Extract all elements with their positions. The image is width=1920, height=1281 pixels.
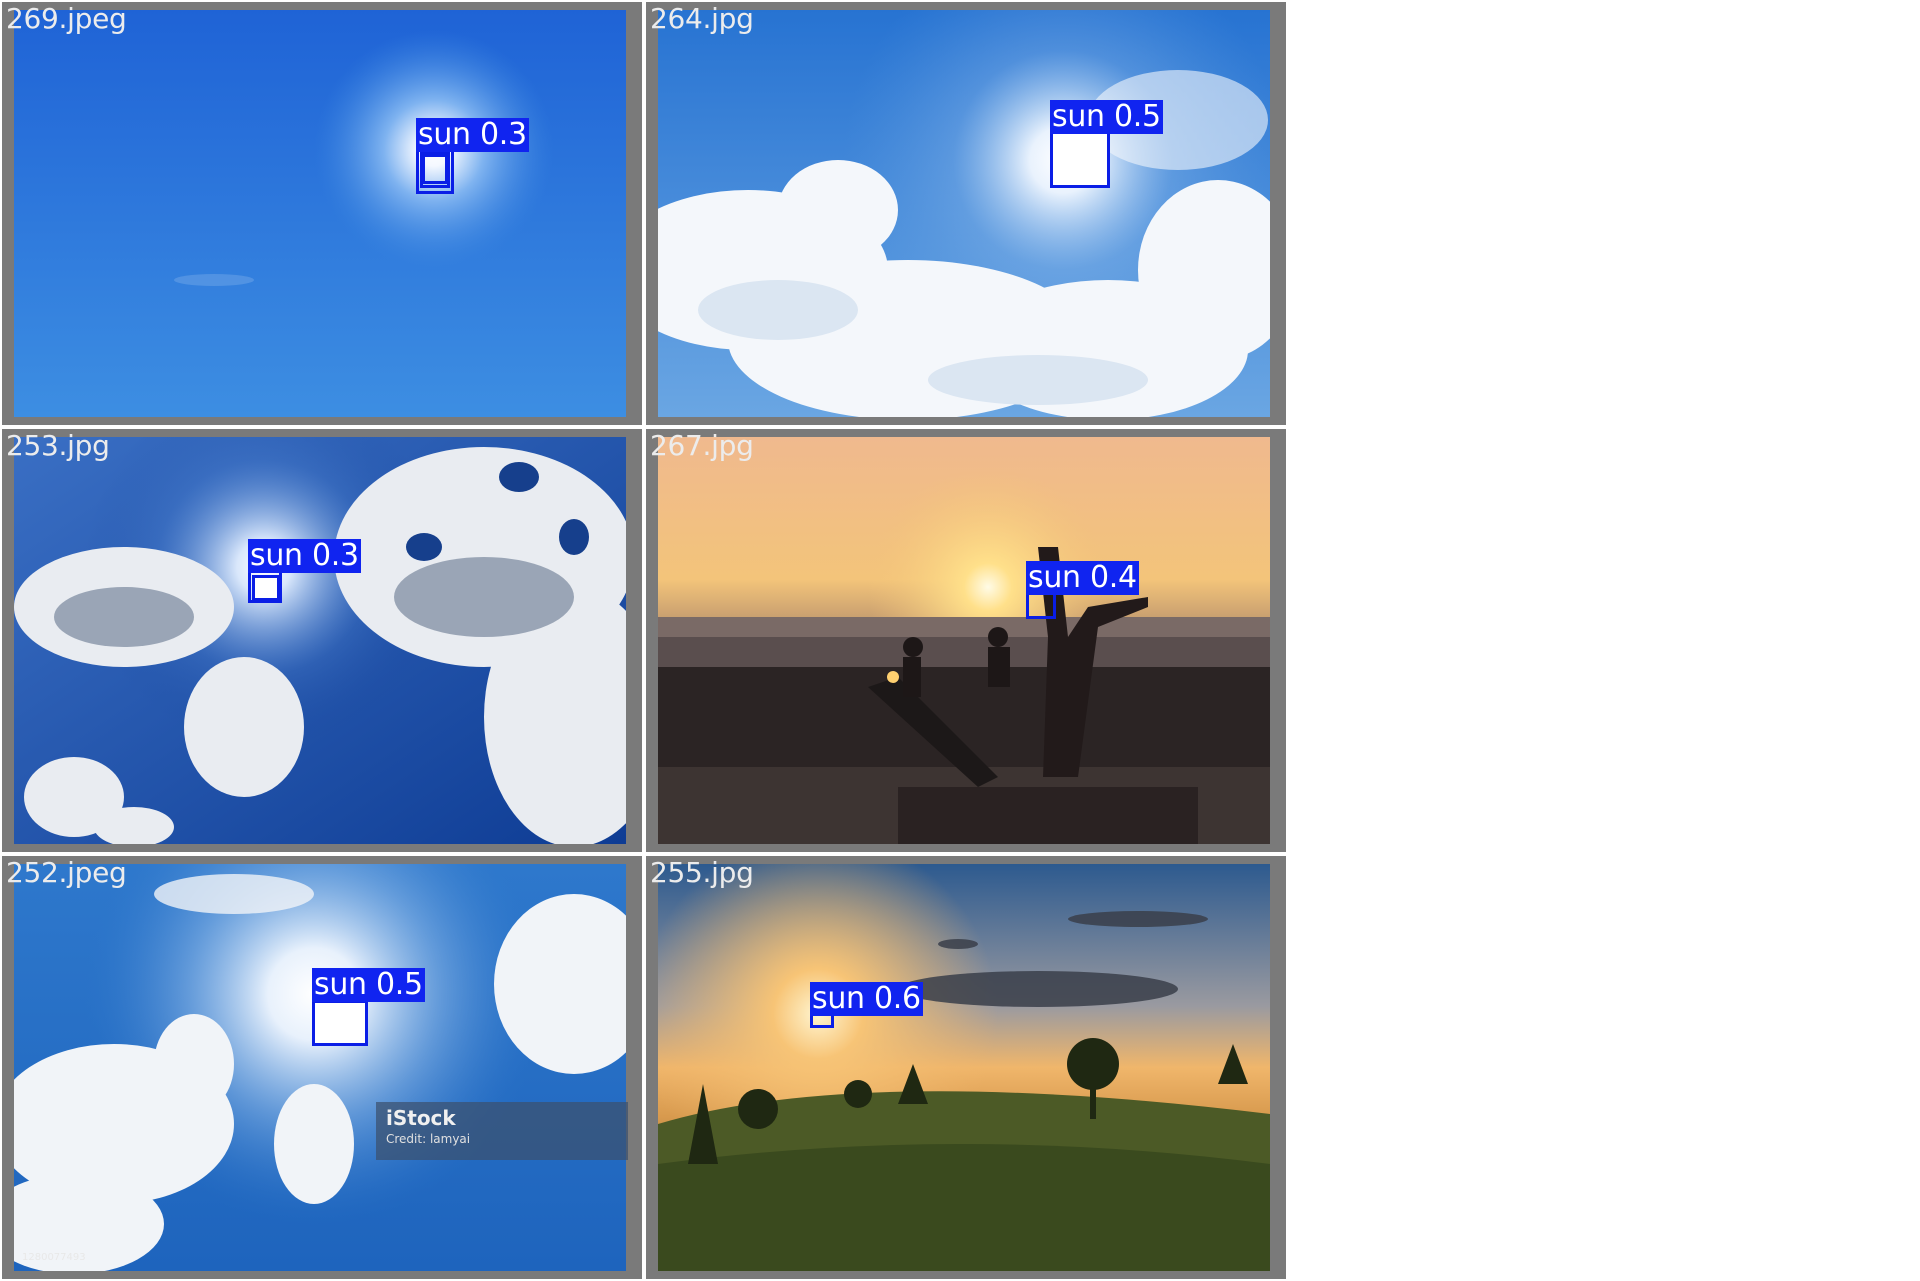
detection-label: sun 0.5 xyxy=(312,967,425,1002)
result-tile-269[interactable]: 269.jpeg sun 0.3 xyxy=(0,0,644,427)
image-filename: 269.jpeg xyxy=(6,2,127,35)
watermark-credit: Credit: lamyai xyxy=(386,1132,471,1146)
bounding-box xyxy=(1050,130,1110,188)
bounding-box xyxy=(312,1000,368,1046)
watermark-id: 1280077493 xyxy=(22,1252,86,1263)
detection-label: sun 0.5 xyxy=(1050,99,1163,134)
result-image xyxy=(14,10,626,417)
result-image xyxy=(658,864,1270,1271)
detection-label: sun 0.3 xyxy=(416,117,529,152)
result-tile-253[interactable]: 253.jpg sun 0.3 xyxy=(0,427,644,854)
image-filename: 252.jpeg xyxy=(6,856,127,889)
detection-results-grid: 269.jpeg sun 0.3 264.jpg sun 0.5 253.jpg… xyxy=(0,0,1288,1281)
watermark-brand: iStock xyxy=(386,1106,456,1130)
detection-label: sun 0.3 xyxy=(248,538,361,573)
image-filename: 267.jpg xyxy=(650,429,754,462)
image-filename: 255.jpg xyxy=(650,856,754,889)
result-image xyxy=(14,864,626,1271)
watermark-badge: iStock Credit: lamyai xyxy=(376,1102,628,1160)
result-image xyxy=(658,437,1270,844)
image-filename: 253.jpg xyxy=(6,429,110,462)
result-tile-252[interactable]: 252.jpeg sun 0.5 iStock Credit: lamyai 1… xyxy=(0,854,644,1281)
result-image xyxy=(658,10,1270,417)
bounding-box xyxy=(422,154,448,184)
result-tile-255[interactable]: 255.jpg sun 0.6 xyxy=(644,854,1288,1281)
bounding-box xyxy=(252,575,280,601)
detection-label: sun 0.4 xyxy=(1026,560,1139,595)
result-tile-264[interactable]: 264.jpg sun 0.5 xyxy=(644,0,1288,427)
image-filename: 264.jpg xyxy=(650,2,754,35)
result-image xyxy=(14,437,626,844)
result-tile-267[interactable]: 267.jpg sun 0.4 xyxy=(644,427,1288,854)
detection-label: sun 0.6 xyxy=(810,981,923,1016)
